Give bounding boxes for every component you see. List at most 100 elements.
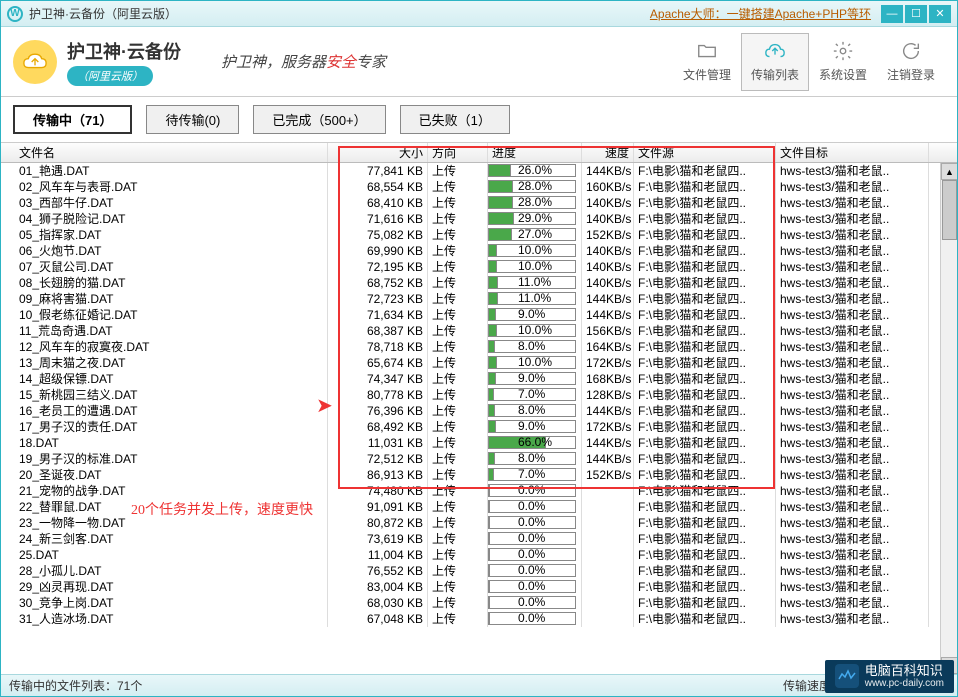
table-row[interactable]: 30_竞争上岗.DAT68,030 KB上传0.0%F:\电影\猫和老鼠四..h… [1,595,957,611]
cell-direction: 上传 [428,403,488,419]
table-row[interactable]: 18.DAT11,031 KB上传66.0%144KB/sF:\电影\猫和老鼠四… [1,435,957,451]
cell-progress: 8.0% [488,339,582,355]
cell-filename: 19_男子汉的标准.DAT [1,451,328,467]
table-row[interactable]: 02_风车车与表哥.DAT68,554 KB上传28.0%160KB/sF:\电… [1,179,957,195]
cell-direction: 上传 [428,515,488,531]
table-row[interactable]: 07_灭鼠公司.DAT72,195 KB上传10.0%140KB/sF:\电影\… [1,259,957,275]
cell-speed [582,515,634,531]
table-row[interactable]: 25.DAT11,004 KB上传0.0%F:\电影\猫和老鼠四..hws-te… [1,547,957,563]
table-row[interactable]: 16_老员工的遭遇.DAT76,396 KB上传8.0%144KB/sF:\电影… [1,403,957,419]
cell-direction: 上传 [428,435,488,451]
cell-filename: 13_周末猫之夜.DAT [1,355,328,371]
table-row[interactable]: 08_长翅膀的猫.DAT68,752 KB上传11.0%140KB/sF:\电影… [1,275,957,291]
nav-file-management[interactable]: 文件管理 [673,33,741,91]
cell-source: F:\电影\猫和老鼠四.. [634,595,776,611]
table-row[interactable]: 11_荒岛奇遇.DAT68,387 KB上传10.0%156KB/sF:\电影\… [1,323,957,339]
cell-filename: 15_新桃园三结义.DAT [1,387,328,403]
col-header-target[interactable]: 文件目标 [776,143,929,162]
table-row[interactable]: 10_假老练征婚记.DAT71,634 KB上传9.0%144KB/sF:\电影… [1,307,957,323]
cell-target: hws-test3/猫和老鼠.. [776,227,929,243]
table-row[interactable]: 23_一物降一物.DAT80,872 KB上传0.0%F:\电影\猫和老鼠四..… [1,515,957,531]
tab-failed[interactable]: 已失败（1） [400,105,510,134]
col-header-size[interactable]: 大小 [328,143,428,162]
col-header-speed[interactable]: 速度 [582,143,634,162]
cell-progress: 10.0% [488,243,582,259]
nav-logout[interactable]: 注销登录 [877,33,945,91]
cell-direction: 上传 [428,579,488,595]
table-row[interactable]: 13_周末猫之夜.DAT65,674 KB上传10.0%172KB/sF:\电影… [1,355,957,371]
table-row[interactable]: 21_宠物的战争.DAT74,480 KB上传0.0%F:\电影\猫和老鼠四..… [1,483,957,499]
table-row[interactable]: 14_超级保镖.DAT74,347 KB上传9.0%168KB/sF:\电影\猫… [1,371,957,387]
col-header-direction[interactable]: 方向 [428,143,488,162]
window-title: 护卫神·云备份（阿里云版） [29,5,177,22]
table-row[interactable]: 17_男子汉的责任.DAT68,492 KB上传9.0%172KB/sF:\电影… [1,419,957,435]
table-row[interactable]: 24_新三剑客.DAT73,619 KB上传0.0%F:\电影\猫和老鼠四..h… [1,531,957,547]
slogan: 护卫神，服务器安全专家 [221,51,386,72]
cell-speed: 144KB/s [582,307,634,323]
cell-speed [582,483,634,499]
table-row[interactable]: 28_小孤儿.DAT76,552 KB上传0.0%F:\电影\猫和老鼠四..hw… [1,563,957,579]
table-row[interactable]: 29_凶灵再现.DAT83,004 KB上传0.0%F:\电影\猫和老鼠四..h… [1,579,957,595]
cell-source: F:\电影\猫和老鼠四.. [634,451,776,467]
cell-size: 68,387 KB [328,323,428,339]
cell-filename: 12_风车车的寂寞夜.DAT [1,339,328,355]
logo-title: 护卫神·云备份 [67,38,181,64]
cell-size: 68,554 KB [328,179,428,195]
tab-completed[interactable]: 已完成（500+） [253,105,385,134]
cell-target: hws-test3/猫和老鼠.. [776,275,929,291]
table-row[interactable]: 03_西部牛仔.DAT68,410 KB上传28.0%140KB/sF:\电影\… [1,195,957,211]
cell-size: 68,410 KB [328,195,428,211]
cell-progress: 29.0% [488,211,582,227]
cell-source: F:\电影\猫和老鼠四.. [634,611,776,627]
nav-settings[interactable]: 系统设置 [809,33,877,91]
table-row[interactable]: 01_艳遇.DAT77,841 KB上传26.0%144KB/sF:\电影\猫和… [1,163,957,179]
cell-size: 68,752 KB [328,275,428,291]
table-row[interactable]: 06_火炮节.DAT69,990 KB上传10.0%140KB/sF:\电影\猫… [1,243,957,259]
table-row[interactable]: 05_指挥家.DAT75,082 KB上传27.0%152KB/sF:\电影\猫… [1,227,957,243]
cell-size: 11,004 KB [328,547,428,563]
col-header-name[interactable]: 文件名 [1,143,328,162]
table-row[interactable]: 31_人造冰场.DAT67,048 KB上传0.0%F:\电影\猫和老鼠四..h… [1,611,957,627]
table-row[interactable]: 19_男子汉的标准.DAT72,512 KB上传8.0%144KB/sF:\电影… [1,451,957,467]
scroll-up-button[interactable]: ▲ [941,163,957,180]
table-header: 文件名 大小 方向 进度 速度 文件源 文件目标 [1,143,957,163]
cell-progress: 66.0% [488,435,582,451]
cell-target: hws-test3/猫和老鼠.. [776,307,929,323]
table-row[interactable]: 09_麻将害猫.DAT72,723 KB上传11.0%144KB/sF:\电影\… [1,291,957,307]
cell-size: 76,396 KB [328,403,428,419]
tabs-row: 传输中（71） 待传输(0) 已完成（500+） 已失败（1） [1,97,957,143]
table-row[interactable]: 22_替罪鼠.DAT91,091 KB上传0.0%F:\电影\猫和老鼠四..hw… [1,499,957,515]
logo-subtitle: （阿里云版） [67,66,153,86]
watermark: 电脑百科知识 www.pc-daily.com [825,660,954,693]
tab-pending[interactable]: 待传输(0) [146,105,239,134]
cell-direction: 上传 [428,531,488,547]
nav-transfer-list[interactable]: 传输列表 [741,33,809,91]
cell-speed: 172KB/s [582,355,634,371]
table-row[interactable]: 12_风车车的寂寞夜.DAT78,718 KB上传8.0%164KB/sF:\电… [1,339,957,355]
cell-size: 83,004 KB [328,579,428,595]
maximize-button[interactable]: ☐ [905,5,927,23]
promo-link[interactable]: Apache大师：一键搭建Apache+PHP等环 [650,5,871,22]
cell-filename: 07_灭鼠公司.DAT [1,259,328,275]
cell-direction: 上传 [428,339,488,355]
vertical-scrollbar[interactable]: ▲ ▼ [940,163,957,674]
col-header-progress[interactable]: 进度 [488,143,582,162]
table-row[interactable]: 15_新桃园三结义.DAT80,778 KB上传7.0%128KB/sF:\电影… [1,387,957,403]
tab-transferring[interactable]: 传输中（71） [13,105,132,134]
table-row[interactable]: 04_狮子脱险记.DAT71,616 KB上传29.0%140KB/sF:\电影… [1,211,957,227]
table-row[interactable]: 20_圣诞夜.DAT86,913 KB上传7.0%152KB/sF:\电影\猫和… [1,467,957,483]
cell-progress: 0.0% [488,547,582,563]
cell-target: hws-test3/猫和老鼠.. [776,563,929,579]
cell-direction: 上传 [428,163,488,179]
cell-target: hws-test3/猫和老鼠.. [776,211,929,227]
scroll-thumb[interactable] [942,180,957,240]
cell-target: hws-test3/猫和老鼠.. [776,483,929,499]
col-header-source[interactable]: 文件源 [634,143,776,162]
cell-size: 69,990 KB [328,243,428,259]
cell-direction: 上传 [428,355,488,371]
cell-source: F:\电影\猫和老鼠四.. [634,179,776,195]
table-body[interactable]: 01_艳遇.DAT77,841 KB上传26.0%144KB/sF:\电影\猫和… [1,163,957,674]
close-button[interactable]: ✕ [929,5,951,23]
refresh-icon [900,40,922,62]
minimize-button[interactable]: — [881,5,903,23]
